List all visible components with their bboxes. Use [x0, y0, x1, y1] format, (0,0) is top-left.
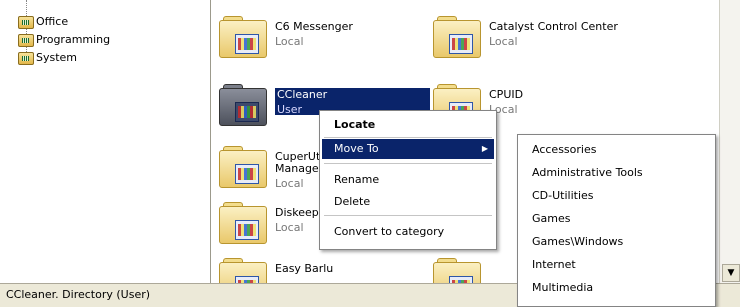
item-name: CCleaner [277, 88, 328, 101]
menu-separator [324, 215, 492, 216]
menu-item-delete[interactable]: Delete [322, 192, 494, 212]
submenu-item-cd-utilities[interactable]: CD-Utilities [532, 185, 594, 207]
folder-icon [18, 34, 34, 47]
menu-item-move-to[interactable]: Move To ▶ [322, 139, 494, 159]
folder-icon [219, 146, 267, 188]
menu-item-locate[interactable]: Locate [322, 115, 494, 135]
item-type: Local [275, 35, 304, 48]
move-to-submenu: Accessories Administrative Tools CD-Util… [517, 134, 716, 307]
item-name: CPUID [489, 88, 524, 101]
submenu-arrow-icon: ▶ [481, 144, 488, 153]
submenu-item-accessories[interactable]: Accessories [532, 139, 596, 161]
list-item[interactable]: C6 Messenger Local [219, 16, 419, 58]
folder-icon [219, 84, 267, 126]
submenu-item-games-windows[interactable]: Games\Windows [532, 231, 623, 253]
menu-item-convert-to-category[interactable]: Convert to category [322, 222, 494, 242]
tree-item-programming[interactable]: Programming [18, 33, 111, 47]
context-menu: Locate Move To ▶ Rename Delete Convert t… [319, 110, 497, 250]
tree-item-office[interactable]: Office [18, 15, 69, 29]
submenu-item-multimedia[interactable]: Multimedia [532, 277, 593, 299]
menu-item-rename[interactable]: Rename [322, 170, 494, 190]
submenu-item-games[interactable]: Games [532, 208, 570, 230]
item-name: Diskeepe [275, 206, 326, 219]
menu-separator [324, 163, 492, 164]
item-type: Local [489, 35, 518, 48]
scroll-down-arrow-icon[interactable]: ▼ [722, 264, 740, 282]
submenu-item-administrative-tools[interactable]: Administrative Tools [532, 162, 643, 184]
menu-item-label: Move To [334, 142, 379, 155]
tree-item-system[interactable]: System [18, 51, 78, 65]
tree-connector [26, 0, 28, 60]
tree-item-label: Programming [36, 33, 111, 46]
item-name: CuperUti Manager [275, 150, 324, 175]
item-name: Easy Barlu [275, 262, 334, 275]
folder-icon [219, 16, 267, 58]
category-tree[interactable]: Office Programming System [0, 0, 211, 283]
folder-icon [219, 202, 267, 244]
folder-icon [18, 52, 34, 65]
folder-icon [433, 16, 481, 58]
menu-separator [324, 137, 492, 138]
status-text: CCleaner. Directory (User) [6, 288, 151, 301]
list-item[interactable]: Catalyst Control Center Local [433, 16, 633, 58]
submenu-item-internet[interactable]: Internet [532, 254, 576, 276]
tree-item-label: Office [36, 15, 69, 28]
item-type: User [277, 103, 303, 116]
item-type: Local [275, 221, 304, 234]
item-type: Local [275, 177, 304, 190]
item-name: Catalyst Control Center [489, 20, 618, 33]
item-name: C6 Messenger [275, 20, 353, 33]
vertical-scrollbar[interactable]: ▼ [719, 0, 740, 283]
tree-item-label: System [36, 51, 78, 64]
folder-icon [18, 16, 34, 29]
